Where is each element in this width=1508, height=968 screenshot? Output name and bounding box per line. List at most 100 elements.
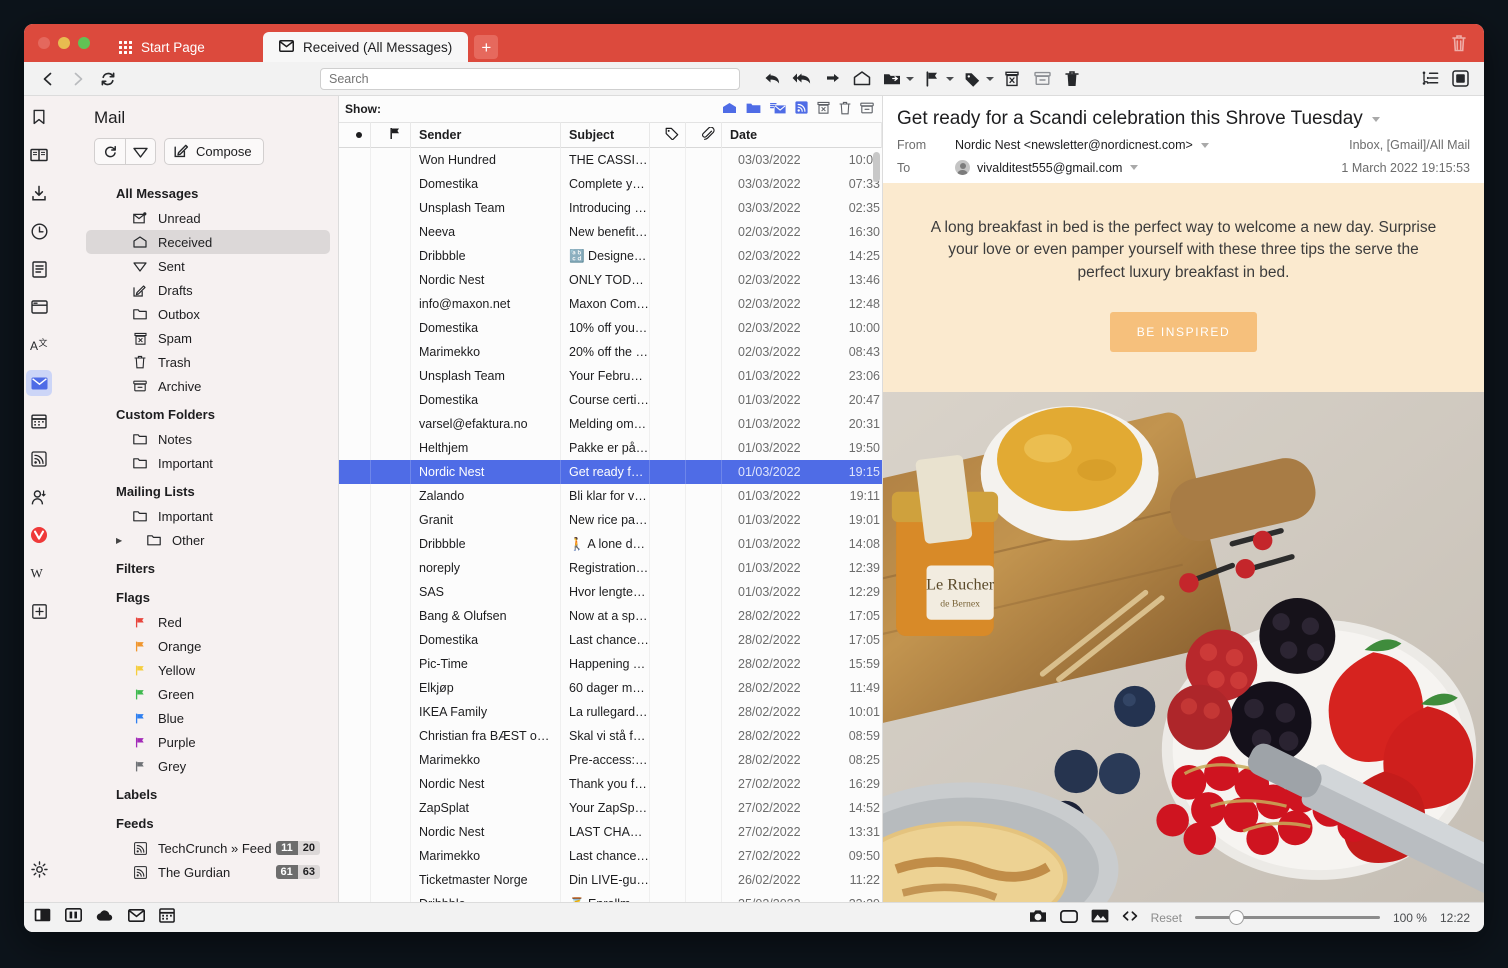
row-flag[interactable]: [371, 868, 411, 892]
row-read-status[interactable]: [339, 460, 371, 484]
row-attachment[interactable]: [686, 652, 722, 676]
row-flag[interactable]: [371, 148, 411, 172]
close-window-button[interactable]: [38, 37, 50, 49]
row-flag[interactable]: [371, 652, 411, 676]
chevron-down-icon[interactable]: [1130, 165, 1139, 170]
row-attachment[interactable]: [686, 748, 722, 772]
table-row[interactable]: Marimekko Last chance:… 27/02/2022 09:50: [339, 844, 882, 868]
chevron-left-icon[interactable]: [34, 66, 62, 92]
row-read-status[interactable]: [339, 796, 371, 820]
row-tag[interactable]: [650, 892, 686, 902]
thread-list-icon[interactable]: [1416, 66, 1444, 92]
chevron-down-icon[interactable]: [946, 76, 954, 81]
sidebar-item-flag-red[interactable]: Red: [86, 610, 330, 634]
row-flag[interactable]: [371, 820, 411, 844]
row-read-status[interactable]: [339, 556, 371, 580]
row-flag[interactable]: [371, 844, 411, 868]
sidebar-item-spam[interactable]: Spam: [86, 326, 330, 350]
row-tag[interactable]: [650, 652, 686, 676]
row-read-status[interactable]: [339, 892, 371, 902]
row-tag[interactable]: [650, 364, 686, 388]
table-row[interactable]: SAS Hvor lengter… 01/03/2022 12:29: [339, 580, 882, 604]
table-row[interactable]: Unsplash Team Introducing … 03/03/2022 02:3…: [339, 196, 882, 220]
row-flag[interactable]: [371, 628, 411, 652]
row-tag[interactable]: [650, 844, 686, 868]
column-tag[interactable]: [650, 122, 686, 148]
row-attachment[interactable]: [686, 148, 722, 172]
row-read-status[interactable]: [339, 724, 371, 748]
row-flag[interactable]: [371, 556, 411, 580]
row-flag[interactable]: [371, 580, 411, 604]
received-filter-icon[interactable]: [770, 102, 786, 117]
row-read-status[interactable]: [339, 196, 371, 220]
row-tag[interactable]: [650, 796, 686, 820]
maximize-window-button[interactable]: [78, 37, 90, 49]
row-attachment[interactable]: [686, 628, 722, 652]
tab-start-page[interactable]: Start Page: [103, 32, 263, 62]
forward-button[interactable]: [818, 66, 846, 92]
row-attachment[interactable]: [686, 316, 722, 340]
table-row[interactable]: info@maxon.net Maxon Com… 02/03/2022 12:48: [339, 292, 882, 316]
row-attachment[interactable]: [686, 724, 722, 748]
row-read-status[interactable]: [339, 820, 371, 844]
row-attachment[interactable]: [686, 892, 722, 902]
sidebar-item-the-gurdian[interactable]: The Gurdian 61 63: [86, 860, 330, 884]
label-button[interactable]: [958, 66, 986, 92]
row-read-status[interactable]: [339, 748, 371, 772]
window-icon[interactable]: [26, 294, 52, 320]
row-tag[interactable]: [650, 508, 686, 532]
wikipedia-w-icon[interactable]: W: [26, 560, 52, 586]
row-flag[interactable]: [371, 676, 411, 700]
row-tag[interactable]: [650, 172, 686, 196]
row-tag[interactable]: [650, 196, 686, 220]
row-read-status[interactable]: [339, 244, 371, 268]
row-attachment[interactable]: [686, 508, 722, 532]
sidebar-item-notes[interactable]: Notes: [86, 427, 330, 451]
note-icon[interactable]: [26, 256, 52, 282]
new-tab-button[interactable]: +: [474, 35, 499, 59]
code-icon[interactable]: [1122, 910, 1138, 925]
rss-icon[interactable]: [26, 446, 52, 472]
archive-button[interactable]: [1028, 66, 1056, 92]
table-row[interactable]: Won Hundred THE CASSIU… 03/03/2022 10:03: [339, 148, 882, 172]
tab-received-all-messages[interactable]: Received (All Messages): [263, 32, 469, 62]
table-row[interactable]: Nordic Nest Thank you f… 27/02/2022 16:29: [339, 772, 882, 796]
delete-button[interactable]: [1058, 66, 1086, 92]
envelope-icon[interactable]: [128, 908, 145, 927]
feeds-filter-icon[interactable]: [795, 101, 808, 117]
row-read-status[interactable]: [339, 508, 371, 532]
row-attachment[interactable]: [686, 580, 722, 604]
table-row[interactable]: noreply Registration … 01/03/2022 12:39: [339, 556, 882, 580]
row-flag[interactable]: [371, 796, 411, 820]
row-attachment[interactable]: [686, 388, 722, 412]
table-row[interactable]: Dribbble 🚶 A lone de… 01/03/2022 14:08: [339, 532, 882, 556]
clock-icon[interactable]: [26, 218, 52, 244]
tile-icon[interactable]: [65, 908, 82, 927]
contact-icon[interactable]: [26, 484, 52, 510]
row-flag[interactable]: [371, 388, 411, 412]
table-row[interactable]: Nordic Nest LAST CHAN… 27/02/2022 13:31: [339, 820, 882, 844]
row-attachment[interactable]: [686, 820, 722, 844]
zoom-slider[interactable]: [1194, 910, 1380, 925]
row-read-status[interactable]: [339, 436, 371, 460]
sidebar-item-flag-orange[interactable]: Orange: [86, 634, 330, 658]
row-read-status[interactable]: [339, 652, 371, 676]
row-tag[interactable]: [650, 244, 686, 268]
table-row[interactable]: Dribbble⏳ Enrollmen… 25/02/202223:29: [339, 892, 882, 902]
message-list-scrollbar[interactable]: [873, 152, 880, 182]
row-tag[interactable]: [650, 676, 686, 700]
row-attachment[interactable]: [686, 556, 722, 580]
row-tag[interactable]: [650, 316, 686, 340]
calendar-icon[interactable]: [159, 907, 175, 928]
row-read-status[interactable]: [339, 700, 371, 724]
row-tag[interactable]: [650, 580, 686, 604]
sidebar-item-sent[interactable]: Sent: [86, 254, 330, 278]
sidebar-item-archive[interactable]: Archive: [86, 374, 330, 398]
sidebar-item-drafts[interactable]: Drafts: [86, 278, 330, 302]
paper-plane-icon[interactable]: [125, 139, 155, 164]
sidebar-item-important-custom[interactable]: Important: [86, 451, 330, 475]
download-icon[interactable]: [26, 180, 52, 206]
chevron-down-icon[interactable]: [906, 76, 914, 81]
row-read-status[interactable]: [339, 532, 371, 556]
column-date[interactable]: Date: [722, 122, 882, 148]
